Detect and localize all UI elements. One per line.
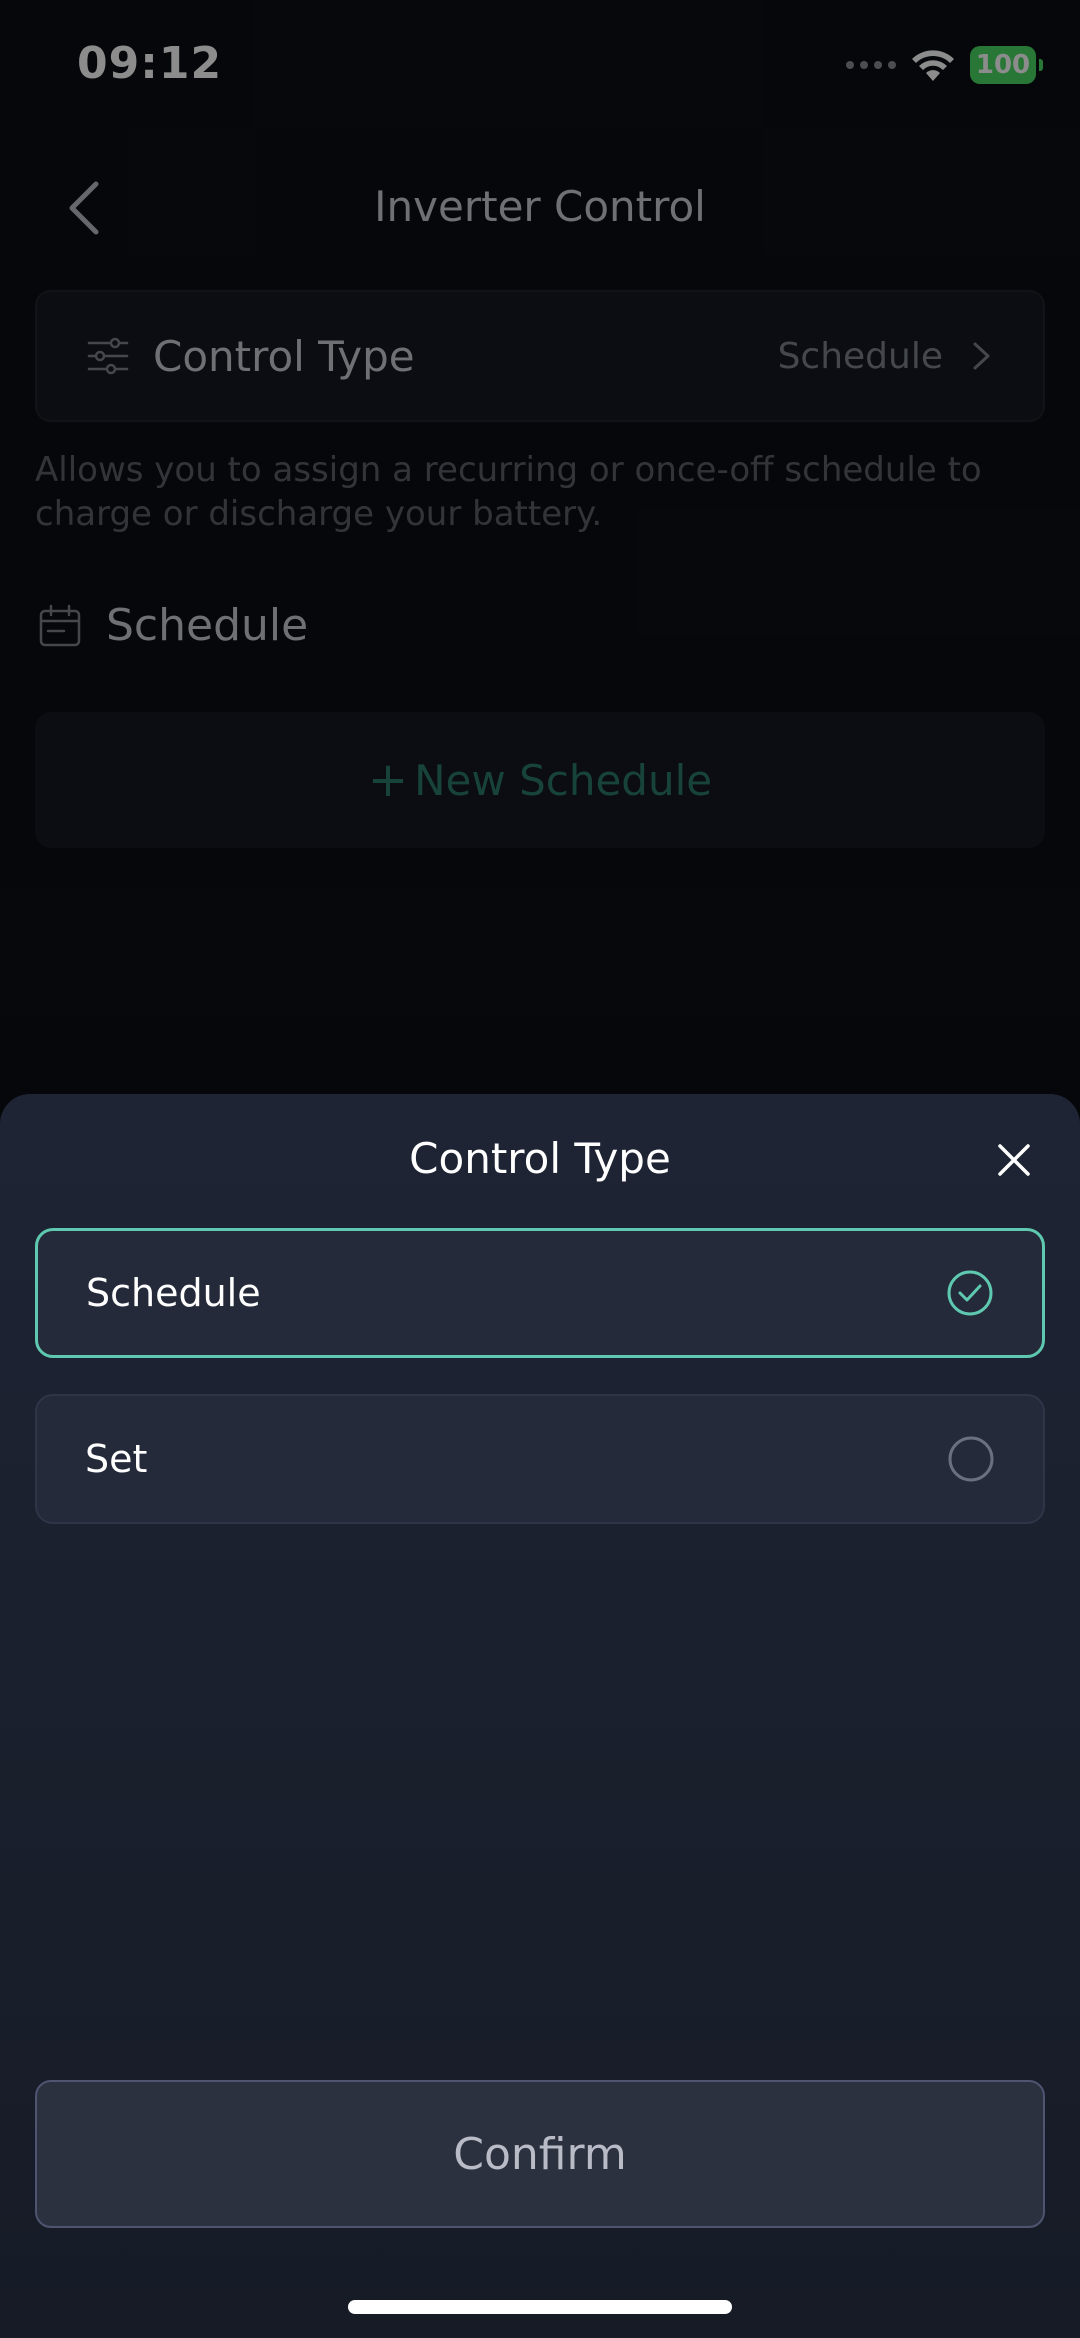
- option-set[interactable]: Set: [35, 1394, 1045, 1524]
- radio-checked-icon: [947, 1270, 993, 1316]
- close-icon[interactable]: [992, 1138, 1036, 1182]
- confirm-button[interactable]: Confirm: [35, 2080, 1045, 2228]
- option-label: Set: [85, 1437, 148, 1481]
- inverter-control-screen: 09:12 100 Inverter Control Control Type …: [0, 0, 1080, 2338]
- option-schedule[interactable]: Schedule: [35, 1228, 1045, 1358]
- radio-unchecked-icon: [948, 1436, 994, 1482]
- home-indicator[interactable]: [348, 2300, 732, 2314]
- sheet-title: Control Type: [409, 1134, 671, 1183]
- option-label: Schedule: [86, 1271, 261, 1315]
